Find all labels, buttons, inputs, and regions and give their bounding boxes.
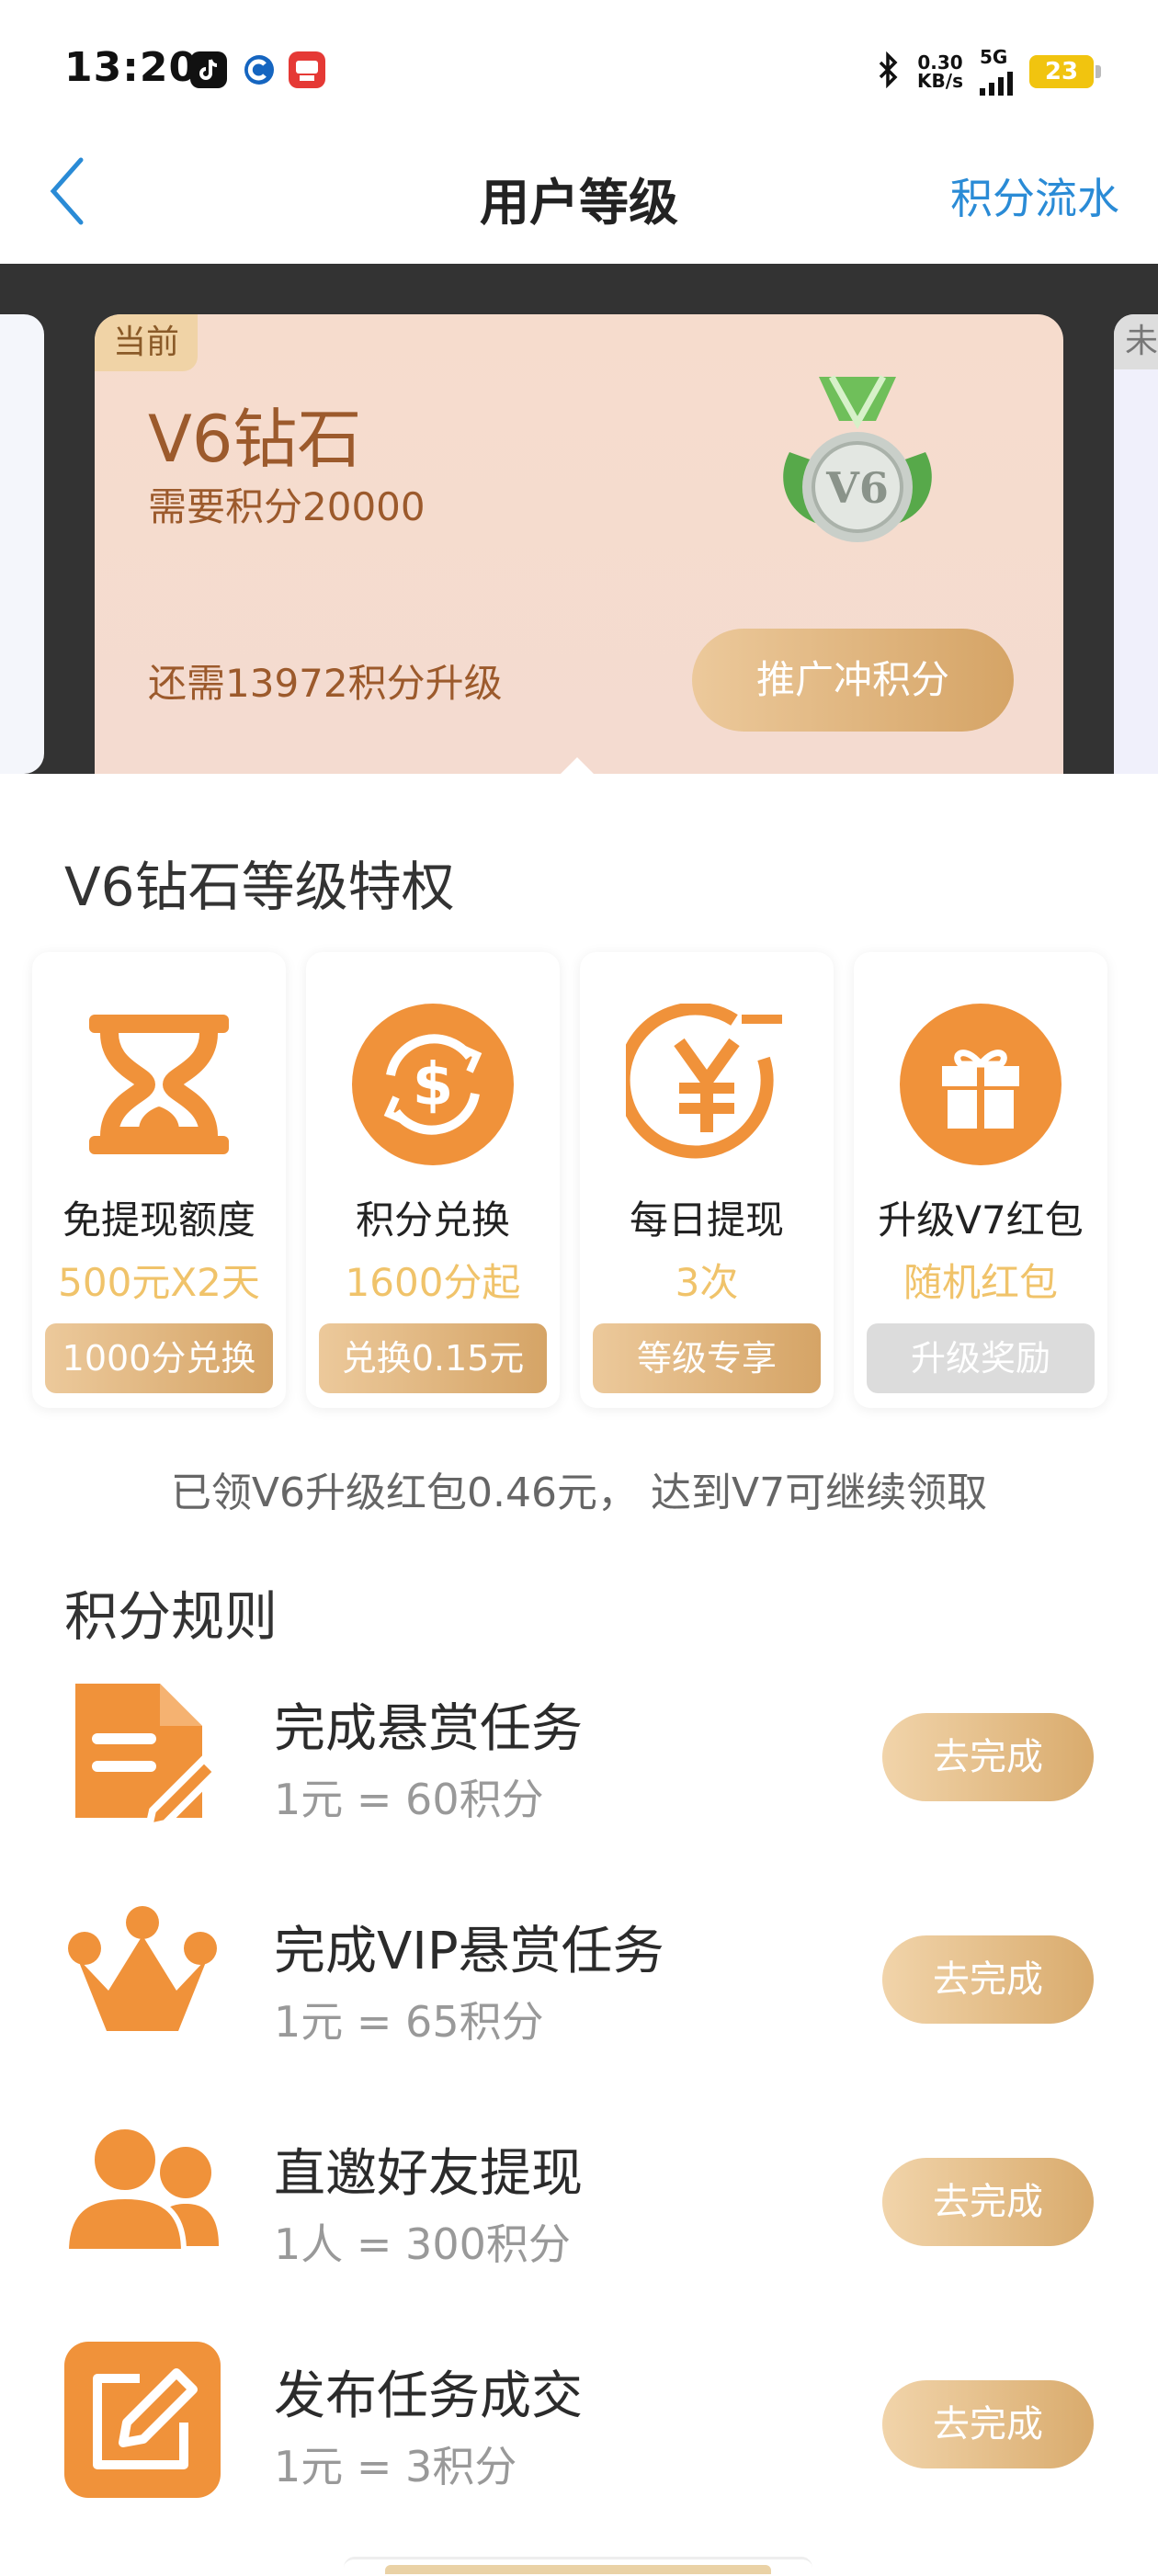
medal-icon: V6 <box>766 369 949 562</box>
privilege-name: 每日提现 <box>629 1197 784 1243</box>
hourglass-icon <box>78 1004 240 1165</box>
gift-icon <box>900 1004 1062 1165</box>
privilege-value: 500元X2天 <box>58 1260 260 1305</box>
privilege-card-upgrade-redpacket[interactable]: 升级V7红包 随机红包 升级奖励 <box>854 952 1107 1408</box>
rule-subtitle: 1元 = 65积分 <box>274 1997 544 2047</box>
current-level-card: 当前 V6钻石 需要积分20000 V6 还需13972积分升级 推广冲积分 <box>95 314 1063 774</box>
privilege-button[interactable]: 等级专享 <box>593 1323 821 1393</box>
rule-title: 直邀好友提现 <box>274 2144 583 2204</box>
privilege-button[interactable]: 兑换0.15元 <box>319 1323 547 1393</box>
level-name: V6钻石 <box>148 402 362 477</box>
status-time: 13:20 <box>64 44 199 91</box>
privilege-value: 随机红包 <box>903 1260 1058 1305</box>
rule-subtitle: 1元 = 60积分 <box>274 1775 544 1824</box>
level-required-points: 需要积分20000 <box>148 484 426 529</box>
net-speed: 0.30 KB/s <box>917 51 963 92</box>
svg-text:$: $ <box>413 1051 454 1119</box>
medal-label: V6 <box>825 463 889 513</box>
privilege-button[interactable]: 升级奖励 <box>867 1323 1095 1393</box>
card-pointer <box>561 757 594 774</box>
rule-title: 完成VIP悬赏任务 <box>274 1922 664 1981</box>
go-complete-button[interactable]: 去完成 <box>882 2158 1094 2246</box>
current-tag: 当前 <box>95 314 198 371</box>
privilege-value: 3次 <box>675 1260 739 1305</box>
go-complete-button[interactable]: 去完成 <box>882 1713 1094 1801</box>
status-right-group: 0.30 KB/s 5G 23 <box>877 48 1101 96</box>
privilege-name: 免提现额度 <box>62 1197 255 1243</box>
go-complete-button[interactable]: 去完成 <box>882 1935 1094 2024</box>
yen-circle-icon <box>617 1002 788 1165</box>
previous-level-card[interactable] <box>0 314 44 774</box>
users-icon <box>62 2108 221 2264</box>
next-level-tag: 未 <box>1114 314 1158 369</box>
rule-title: 发布任务成交 <box>274 2366 583 2426</box>
redpacket-notice: 已领V6升级红包0.46元， 达到V7可继续领取 <box>170 1470 988 1516</box>
tiktok-icon <box>190 51 227 88</box>
signal-label: 5G <box>980 46 1008 68</box>
privilege-button[interactable]: 1000分兑换 <box>45 1323 273 1393</box>
rules-title: 积分规则 <box>64 1585 278 1648</box>
privilege-card-points-exchange[interactable]: $ 积分兑换 1600分起 兑换0.15元 <box>306 952 560 1408</box>
cell-signal: 5G <box>980 48 1013 96</box>
promote-points-button[interactable]: 推广冲积分 <box>692 629 1014 732</box>
privilege-value: 1600分起 <box>345 1260 521 1305</box>
bluetooth-icon <box>877 51 901 92</box>
crown-icon <box>64 1902 221 2059</box>
privilege-card-daily-withdraw[interactable]: 每日提现 3次 等级专享 <box>580 952 834 1408</box>
privilege-name: 积分兑换 <box>355 1197 510 1243</box>
battery-indicator: 23 <box>1029 55 1101 88</box>
rule-subtitle: 1人 = 300积分 <box>274 2219 571 2269</box>
document-edit-icon <box>64 1673 222 1833</box>
privilege-name: 升级V7红包 <box>878 1197 1084 1243</box>
privileges-title: V6钻石等级特权 <box>64 856 455 918</box>
rule-title: 完成悬赏任务 <box>274 1699 583 1759</box>
edit-square-icon <box>64 2342 221 2498</box>
privilege-card-free-withdraw[interactable]: 免提现额度 500元X2天 1000分兑换 <box>32 952 286 1408</box>
go-complete-button[interactable]: 去完成 <box>882 2380 1094 2468</box>
remaining-points: 还需13972积分升级 <box>148 661 503 706</box>
news-app-icon <box>289 51 325 88</box>
next-level-card[interactable]: 未 <box>1114 314 1158 774</box>
dollar-exchange-icon: $ <box>352 1004 514 1165</box>
circle-app-icon <box>241 51 278 88</box>
points-history-link[interactable]: 积分流水 <box>950 165 1119 226</box>
signal-bars-icon <box>980 68 1013 96</box>
rule-subtitle: 1元 = 3积分 <box>274 2442 517 2491</box>
